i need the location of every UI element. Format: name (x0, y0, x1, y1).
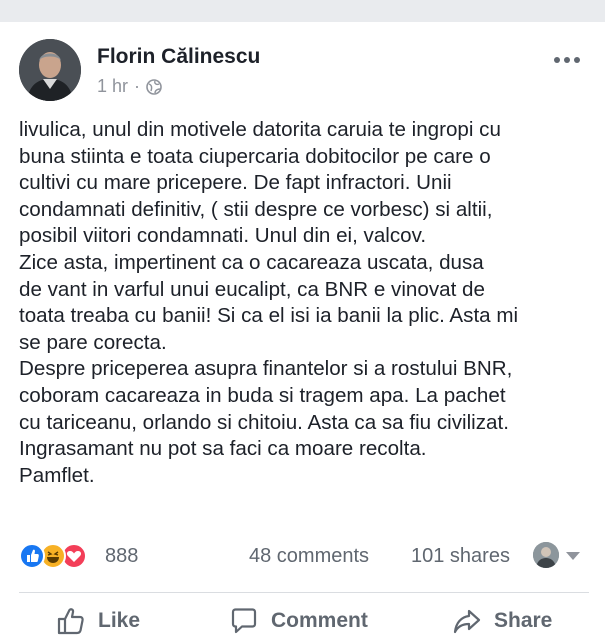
post-line: condamnati definitiv, ( stii despre ce v… (19, 197, 493, 221)
post-line: cu tariceanu, orlando si chitoiu. Asta c… (19, 410, 509, 434)
like-reaction-icon (19, 543, 45, 569)
post-line: posibil viitori condamnati. Unul din ei,… (19, 224, 427, 248)
post-stats: 888 48 comments 101 shares (19, 542, 589, 572)
share-label: Share (494, 609, 553, 632)
author-avatar[interactable] (19, 39, 81, 101)
post-line: toata treaba cu banii! Si ca el isi ia b… (19, 304, 519, 328)
post-line: de vant in varful unui eucalipt, ca BNR … (19, 277, 485, 301)
comments-count[interactable]: 48 comments (249, 545, 369, 568)
post-line: cultivi cu mare pricepere. De fapt infra… (19, 171, 452, 195)
post-time[interactable]: 1 hr (97, 76, 128, 97)
post-line: se pare corecta. (19, 330, 167, 354)
post-actions: Like Comment Share (0, 600, 605, 644)
post-line: coboram cacareaza in buda si tragem apa.… (19, 383, 506, 407)
post-line: Despre priceperea asupra finantelor si a… (19, 357, 513, 381)
share-arrow-icon (453, 609, 481, 634)
more-options-icon[interactable] (554, 54, 586, 66)
shares-count[interactable]: 101 shares (411, 545, 510, 568)
meta-dot: · (134, 76, 141, 96)
actions-divider (19, 592, 589, 593)
share-button[interactable]: Share (452, 606, 552, 636)
post-line: buna stiinta e toata ciupercaria dobitoc… (19, 144, 491, 168)
comment-button[interactable]: Comment (229, 606, 368, 636)
top-separator (0, 0, 605, 22)
like-button[interactable]: Like (56, 606, 140, 636)
chevron-down-icon[interactable] (566, 552, 580, 560)
author-name[interactable]: Florin Călinescu (97, 45, 260, 69)
comment-label: Comment (271, 609, 368, 632)
post-meta: 1 hr · (97, 76, 162, 97)
post-line: Pamflet. (19, 463, 95, 487)
post-card: Florin Călinescu 1 hr · livulica, unul d… (0, 22, 605, 639)
viewer-avatar[interactable] (533, 542, 559, 568)
thumbs-up-icon (57, 608, 84, 635)
post-line: Ingrasamant nu pot sa faci ca moare reco… (19, 437, 427, 461)
globe-icon (146, 78, 162, 95)
reaction-count[interactable]: 888 (105, 545, 138, 568)
post-text: livulica, unul din motivele datorita car… (19, 117, 599, 489)
post-line: Zice asta, impertinent ca o cacareaza us… (19, 250, 484, 274)
reaction-summary[interactable] (19, 542, 99, 572)
comment-bubble-icon (231, 608, 257, 634)
post-line: livulica, unul din motivele datorita car… (19, 118, 501, 141)
like-label: Like (98, 609, 141, 632)
avatar-photo (19, 39, 81, 101)
